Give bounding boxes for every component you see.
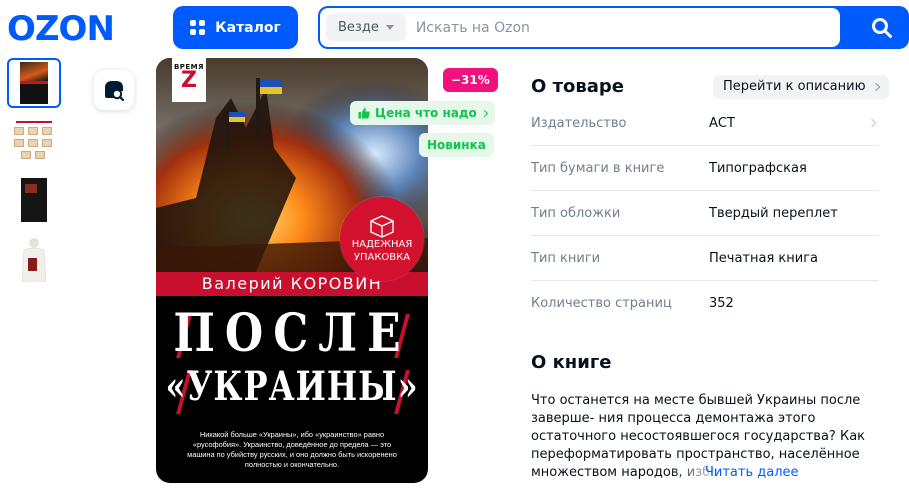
chevron-right-icon	[871, 82, 880, 92]
search-input[interactable]	[415, 19, 796, 36]
about-book-heading: О книге	[531, 352, 612, 373]
chevron-down-icon	[385, 25, 394, 30]
about-product-heading: О товаре	[531, 76, 624, 97]
go-to-description-link[interactable]: Перейти к описанию	[713, 75, 889, 99]
spec-row-paper-type: Тип бумаги в книге Типографская	[531, 146, 879, 191]
spec-row-page-count: Количество страниц 352	[531, 281, 879, 326]
read-more-link[interactable]: Читать далее	[705, 465, 799, 480]
spec-row-cover-type: Тип обложки Твердый переплет	[531, 191, 879, 236]
search-icon[interactable]	[871, 17, 893, 39]
spec-row-book-type: Тип книги Печатная книга	[531, 236, 879, 281]
packaging-thumbnail-image	[12, 121, 56, 161]
search-scope-label: Везде	[338, 20, 379, 35]
pack-badge-line2: УПАКОВКА	[353, 252, 411, 263]
view-in-room-button[interactable]	[94, 70, 134, 110]
chevron-right-icon	[480, 109, 488, 117]
new-badge: Новинка	[419, 133, 494, 157]
spec-value: 352	[709, 296, 734, 311]
person-thumbnail-image	[21, 238, 47, 282]
discount-badge: −31%	[443, 68, 498, 92]
thumbs-up-icon	[358, 107, 370, 119]
series-badge: ВРЕМЯ Z	[172, 58, 206, 102]
catalog-button[interactable]: Каталог	[173, 6, 298, 49]
box-icon	[370, 215, 394, 238]
cover-title-line1: ПОСЛЕ	[173, 302, 411, 364]
back-cover-thumbnail-image	[21, 178, 47, 222]
cover-blurb: Никакой больше «Украины», ибо «украинств…	[187, 430, 397, 469]
spec-label: Тип обложки	[531, 205, 621, 221]
thumbnail-packaging[interactable]	[7, 116, 61, 166]
go-to-description-label: Перейти к описанию	[723, 79, 866, 94]
svg-text:OZON: OZON	[7, 9, 114, 45]
good-price-label: Цена что надо	[375, 106, 477, 120]
reliable-packaging-badge: НАДЕЖНАЯ УПАКОВКА	[340, 197, 424, 281]
cover-thumbnail-image	[20, 62, 48, 104]
pack-badge-line1: НАДЕЖНАЯ	[351, 239, 413, 250]
chevron-right-icon	[867, 118, 877, 128]
thumbnail-back-cover[interactable]	[7, 175, 61, 225]
spec-value: Печатная книга	[709, 250, 819, 266]
search-scope-select[interactable]: Везде	[326, 14, 406, 41]
thumbnail-in-hand[interactable]	[7, 234, 61, 284]
thumbnail-cover[interactable]	[7, 58, 61, 108]
good-price-badge[interactable]: Цена что надо	[350, 101, 495, 125]
series-letter: Z	[181, 68, 197, 93]
spec-label: Тип книги	[531, 250, 601, 266]
cover-title-line2: «УКРАИНЫ»	[165, 362, 419, 410]
spec-row-publisher[interactable]: Издательство АСТ	[531, 101, 879, 146]
spec-value: Твердый переплет	[709, 205, 838, 221]
grid-icon	[190, 20, 206, 35]
image-search-icon	[105, 81, 125, 102]
spec-value: Типографская	[709, 160, 807, 176]
search-bar: Везде	[318, 6, 909, 49]
spec-label: Тип бумаги в книге	[531, 160, 665, 176]
spec-label: Количество страниц	[531, 296, 672, 311]
spec-value: АСТ	[709, 115, 735, 131]
spec-label: Издательство	[531, 115, 627, 131]
ozon-logo[interactable]: OZON	[7, 9, 137, 45]
catalog-label: Каталог	[215, 19, 281, 36]
